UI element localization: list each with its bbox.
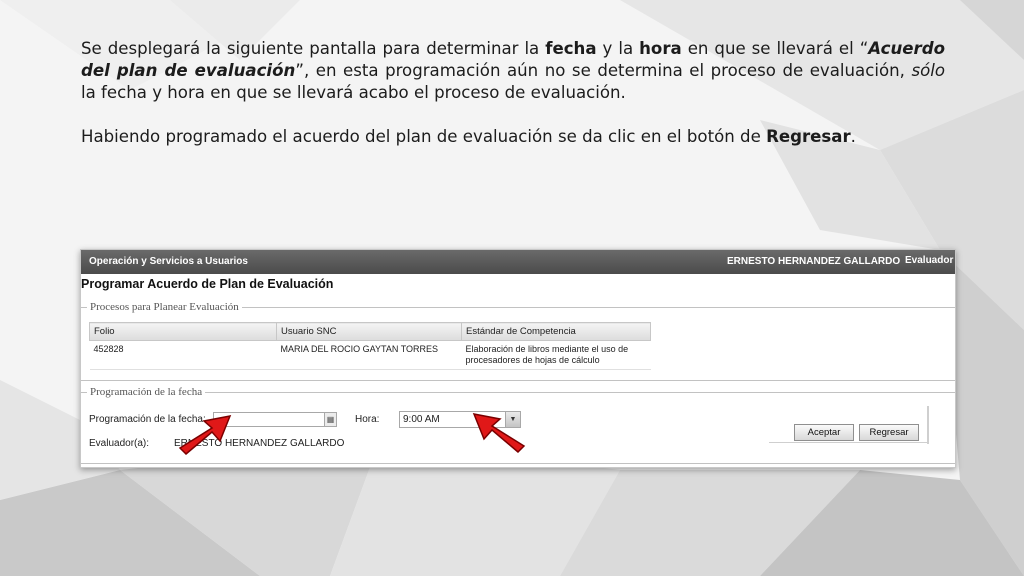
p1-fecha: fecha xyxy=(545,39,597,58)
p1-solo: sólo xyxy=(911,61,945,80)
p1-text: Se desplegará la siguiente pantalla para… xyxy=(81,39,546,58)
p2-text: Habiendo programado el acuerdo del plan … xyxy=(81,127,767,146)
regresar-button[interactable]: Regresar xyxy=(859,424,919,441)
col-usuario[interactable]: Usuario SNC xyxy=(276,322,462,341)
p1-text: en que se llevará el “ xyxy=(681,39,869,58)
col-estandar[interactable]: Estándar de Competencia xyxy=(461,322,651,341)
user-role: Evaluador xyxy=(905,255,954,266)
cell-folio: 452828 xyxy=(89,340,277,370)
paragraph-1: Se desplegará la siguiente pantalla para… xyxy=(81,38,945,104)
topbar-title[interactable]: Operación y Servicios a Usuarios xyxy=(89,256,248,267)
instruction-text: Se desplegará la siguiente pantalla para… xyxy=(81,38,945,148)
p1-hora: hora xyxy=(639,39,682,58)
divider xyxy=(927,406,929,444)
programacion-legend: Programación de la fecha xyxy=(90,386,203,398)
table-header-row: Folio Usuario SNC Estándar de Competenci… xyxy=(89,322,651,341)
p1-text: y la xyxy=(596,39,640,58)
hora-value: 9:00 AM xyxy=(403,414,440,425)
evaluador-label: Evaluador(a): xyxy=(89,438,150,449)
procesos-legend: Procesos para Planear Evaluación xyxy=(90,301,239,313)
top-bar: Operación y Servicios a Usuarios ERNESTO… xyxy=(81,250,955,274)
hora-label: Hora: xyxy=(355,414,380,425)
annotation-arrow-fecha xyxy=(178,415,232,456)
annotation-arrow-hora xyxy=(472,413,526,454)
p2-text: . xyxy=(850,127,856,146)
col-folio[interactable]: Folio xyxy=(89,322,277,341)
p2-regresar: Regresar xyxy=(766,127,851,146)
table-row[interactable]: 452828 MARIA DEL ROCIO GAYTAN TORRES Ela… xyxy=(89,340,651,370)
procesos-table: Folio Usuario SNC Estándar de Competenci… xyxy=(89,322,651,370)
paragraph-2: Habiendo programado el acuerdo del plan … xyxy=(81,126,945,148)
page-title: Programar Acuerdo de Plan de Evaluación xyxy=(81,277,334,291)
divider xyxy=(769,442,929,443)
aceptar-button[interactable]: Aceptar xyxy=(794,424,854,441)
p1-text: la fecha y hora en que se llevará acabo … xyxy=(81,83,626,102)
p1-text: ”, en esta programación aún no se determ… xyxy=(295,61,912,80)
cell-estandar: Elaboración de libros mediante el uso de… xyxy=(461,340,651,370)
user-name: ERNESTO HERNANDEZ GALLARDO xyxy=(727,256,901,267)
cell-usuario: MARIA DEL ROCIO GAYTAN TORRES xyxy=(276,340,462,370)
calendar-icon[interactable]: ▦ xyxy=(324,412,337,427)
